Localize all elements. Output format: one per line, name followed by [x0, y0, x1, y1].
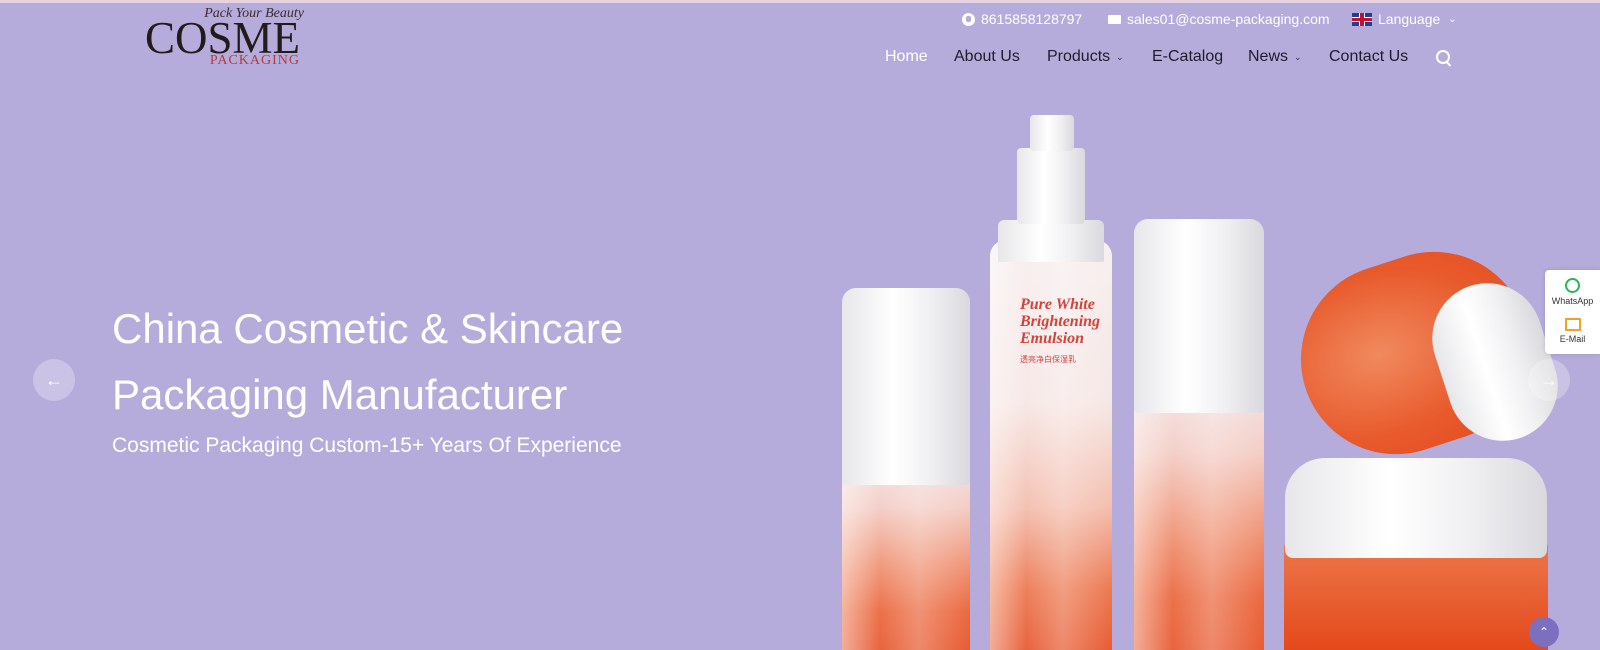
- nav-contact-us[interactable]: Contact Us: [1329, 48, 1408, 66]
- hero-title-line-1: China Cosmetic & Skincare: [112, 305, 624, 352]
- nav-contact-us-label: Contact Us: [1329, 48, 1409, 65]
- arrow-right-icon: →: [1540, 369, 1558, 390]
- language-selector[interactable]: Language ⌄: [1352, 11, 1457, 27]
- bottle-right-cap: [1134, 219, 1264, 413]
- nav-home[interactable]: Home: [885, 48, 928, 66]
- mail-icon: [1564, 318, 1581, 331]
- bottle-label-line-3: Emulsion: [1020, 330, 1085, 347]
- nav-home-label: Home: [885, 48, 928, 65]
- nav-news-label: News: [1248, 48, 1289, 65]
- email-contact[interactable]: sales01@cosme-packaging.com: [1108, 11, 1330, 27]
- scroll-top-button[interactable]: ⌃: [1529, 617, 1559, 647]
- top-strip: [0, 0, 1600, 3]
- side-whatsapp-label: WhatsApp: [1551, 296, 1594, 306]
- slider-prev-button[interactable]: ←: [33, 359, 75, 401]
- bottle-label-line-1: Pure White: [1020, 296, 1095, 313]
- search-icon[interactable]: [1436, 50, 1452, 67]
- hero-title: China Cosmetic & Skincare Packaging Manu…: [112, 296, 812, 428]
- nav-e-catalog-label: E-Catalog: [1152, 48, 1224, 65]
- arrow-left-icon: ←: [45, 369, 63, 390]
- nav-news[interactable]: News ⌄: [1248, 48, 1302, 66]
- bottle-label-line-2: Brightening: [1020, 313, 1101, 330]
- bottle-left-cap: [842, 288, 970, 485]
- hero-title-line-2: Packaging Manufacturer: [112, 371, 568, 418]
- hero-subtitle: Cosmetic Packaging Custom-15+ Years Of E…: [112, 434, 622, 457]
- nav-about-us[interactable]: About Us: [954, 48, 1020, 66]
- pump-neck: [1017, 148, 1085, 224]
- side-email-label: E-Mail: [1559, 334, 1586, 344]
- pump-collar: [998, 220, 1104, 262]
- chevron-down-icon: ⌄: [1116, 51, 1124, 62]
- side-whatsapp-button[interactable]: WhatsApp: [1545, 278, 1600, 306]
- nav-products-label: Products: [1047, 48, 1111, 65]
- nav-products[interactable]: Products ⌄: [1047, 48, 1124, 66]
- chevron-down-icon: ⌄: [1448, 13, 1457, 25]
- chevron-up-icon: ⌃: [1538, 625, 1550, 639]
- language-label: Language: [1378, 11, 1441, 27]
- jar-lid: [1285, 458, 1547, 558]
- phone-contact[interactable]: 8615858128797: [962, 11, 1082, 27]
- mail-icon: [1108, 14, 1121, 24]
- pump-head: [1030, 115, 1074, 151]
- side-email-button[interactable]: E-Mail: [1545, 318, 1600, 344]
- phone-number: 8615858128797: [981, 11, 1083, 27]
- whatsapp-icon: [962, 12, 975, 26]
- whatsapp-icon: [1565, 278, 1580, 293]
- chevron-down-icon: ⌄: [1294, 51, 1302, 62]
- slider-next-button[interactable]: →: [1528, 359, 1570, 401]
- bottle-label-cn: 透亮净白保湿乳: [1020, 355, 1076, 364]
- nav-e-catalog[interactable]: E-Catalog: [1152, 48, 1223, 66]
- floating-contact-panel: WhatsApp E-Mail: [1545, 270, 1600, 354]
- nav-about-us-label: About Us: [954, 48, 1020, 65]
- uk-flag-icon: [1352, 12, 1372, 26]
- main-nav: Home About Us Products ⌄ E-Catalog News …: [0, 48, 1600, 72]
- email-address: sales01@cosme-packaging.com: [1127, 11, 1330, 27]
